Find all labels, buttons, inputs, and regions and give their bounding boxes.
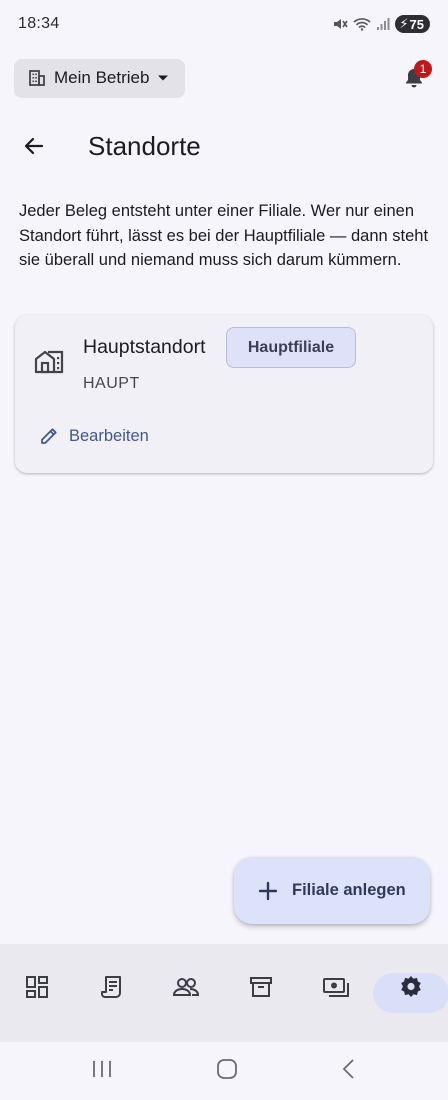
battery-indicator: ⚡ 75 [395, 15, 430, 33]
store-icon [34, 350, 64, 374]
status-icons: ⚡ 75 [332, 15, 430, 33]
intro-text: Jeder Beleg entsteht unter einer Filiale… [19, 202, 429, 269]
bottom-navigation [0, 944, 448, 1042]
chevron-left-icon [342, 1058, 354, 1079]
receipt-icon [101, 976, 121, 998]
back-button[interactable] [14, 126, 54, 166]
location-card: Hauptstandort Hauptfiliale HAUPT Bearbei… [15, 315, 433, 473]
add-branch-label: Filiale anlegen [292, 881, 406, 899]
system-navigation [0, 1042, 448, 1100]
building-icon [29, 70, 45, 86]
mute-icon [334, 19, 349, 29]
recent-apps-icon [93, 1060, 112, 1077]
add-branch-button[interactable]: Filiale anlegen [234, 857, 430, 924]
home-icon [217, 1058, 237, 1079]
archive-icon [250, 977, 272, 997]
page-title: Standorte [88, 130, 201, 161]
settings-icon [401, 976, 421, 997]
notification-badge: 1 [414, 60, 432, 78]
company-name: Mein Betrieb [54, 68, 150, 87]
people-icon [172, 978, 200, 996]
home-button[interactable] [216, 1058, 238, 1085]
location-code: HAUPT [83, 375, 140, 392]
dashboard-icon [26, 976, 48, 998]
edit-label: Bearbeiten [69, 426, 149, 445]
nav-item-people[interactable] [156, 968, 216, 1006]
charging-icon: ⚡ [399, 16, 409, 31]
location-name: Hauptstandort [83, 336, 206, 358]
company-selector[interactable]: Mein Betrieb [14, 58, 186, 98]
nav-item-dashboard[interactable] [7, 968, 67, 1006]
caret-down-icon [158, 75, 169, 81]
cash-icon [323, 978, 349, 997]
top-bar: Mein Betrieb 1 [14, 58, 434, 98]
arrow-back-icon [24, 137, 44, 155]
page-header: Standorte [0, 120, 448, 172]
plus-icon [258, 881, 278, 900]
status-time: 18:34 [18, 15, 60, 32]
edit-location-button[interactable]: Bearbeiten [39, 423, 149, 449]
nav-item-receipts[interactable] [82, 968, 142, 1006]
system-back-button[interactable] [341, 1058, 357, 1085]
status-bar: 18:34 ⚡ 75 [0, 0, 448, 48]
recent-apps-button[interactable] [91, 1059, 113, 1084]
nav-item-settings[interactable] [381, 968, 441, 1006]
signal-icon [377, 18, 390, 30]
pencil-icon [41, 428, 57, 444]
nav-item-archive[interactable] [231, 968, 291, 1006]
nav-item-cash[interactable] [306, 968, 366, 1006]
notifications-button[interactable]: 1 [394, 58, 434, 98]
wifi-icon [353, 18, 371, 31]
main-branch-badge: Hauptfiliale [226, 327, 356, 368]
